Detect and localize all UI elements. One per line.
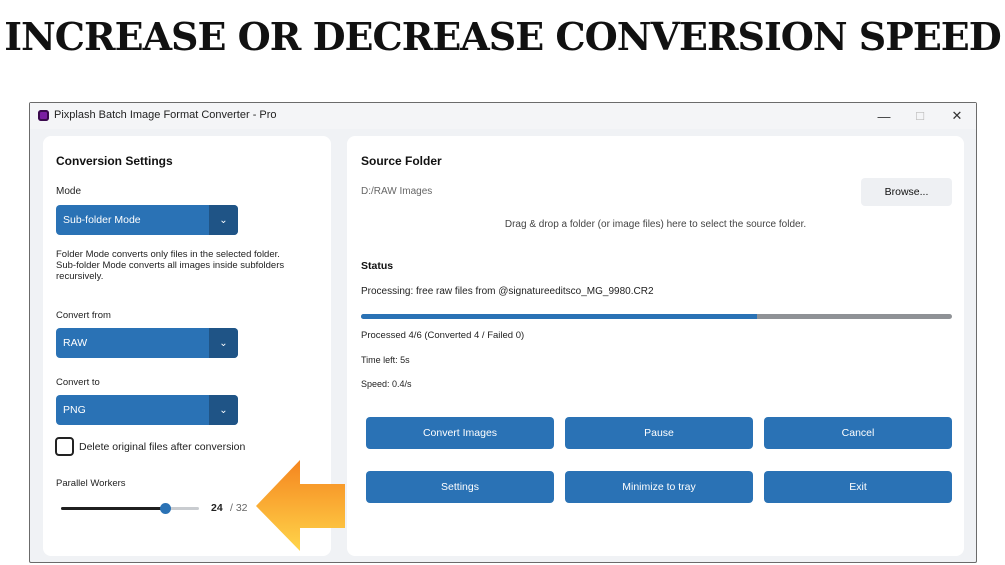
convert-from-label: Convert from: [56, 310, 111, 321]
minimize-window-icon[interactable]: —: [873, 106, 895, 126]
processing-text: Processing: free raw files from @signatu…: [361, 286, 654, 297]
parallel-workers-slider[interactable]: [61, 503, 199, 514]
workers-value: 24: [211, 502, 223, 514]
delete-originals-checkbox[interactable]: [55, 437, 74, 456]
title-bar: Pixplash Batch Image Format Converter - …: [30, 103, 976, 129]
source-folder-heading: Source Folder: [361, 154, 442, 168]
chevron-down-icon[interactable]: ⌄: [209, 328, 238, 358]
convert-from-value: RAW: [63, 337, 88, 349]
mode-help-line-2: Sub-folder Mode converts all images insi…: [56, 260, 285, 271]
workers-max: / 32: [230, 502, 248, 514]
maximize-window-icon[interactable]: ☐: [909, 106, 931, 126]
window-title: Pixplash Batch Image Format Converter - …: [54, 109, 277, 121]
convert-from-dropdown[interactable]: RAW ⌄: [56, 328, 238, 358]
slider-handle[interactable]: [159, 503, 171, 514]
minimize-to-tray-button[interactable]: Minimize to tray: [565, 471, 753, 503]
settings-button[interactable]: Settings: [366, 471, 554, 503]
time-left: Time left: 5s: [361, 355, 410, 365]
exit-button[interactable]: Exit: [764, 471, 952, 503]
progress-bar: [361, 314, 952, 319]
parallel-workers-label: Parallel Workers: [56, 478, 126, 489]
cancel-button[interactable]: Cancel: [764, 417, 952, 449]
drop-zone-hint[interactable]: Drag & drop a folder (or image files) he…: [347, 219, 964, 230]
convert-to-label: Convert to: [56, 377, 100, 388]
convert-to-value: PNG: [63, 404, 86, 416]
chevron-down-icon[interactable]: ⌄: [209, 205, 238, 235]
slider-fill: [61, 507, 165, 510]
mode-value: Sub-folder Mode: [63, 214, 141, 226]
app-logo-icon: [38, 110, 49, 121]
mode-help-line-3: recursively.: [56, 271, 104, 282]
speed: Speed: 0.4/s: [361, 379, 412, 389]
headline: INCREASE OR DECREASE CONVERSION SPEED: [4, 14, 1001, 59]
mode-dropdown[interactable]: Sub-folder Mode ⌄: [56, 205, 238, 235]
processed-count: Processed 4/6 (Converted 4 / Failed 0): [361, 330, 525, 341]
convert-to-dropdown[interactable]: PNG ⌄: [56, 395, 238, 425]
chevron-down-icon[interactable]: ⌄: [209, 395, 238, 425]
callout-arrow-icon: [256, 460, 345, 551]
delete-originals-label: Delete original files after conversion: [79, 441, 246, 453]
progress-fill: [361, 314, 757, 319]
app-window: Pixplash Batch Image Format Converter - …: [29, 102, 977, 563]
status-heading: Status: [361, 260, 394, 272]
mode-label: Mode: [56, 186, 82, 197]
source-path: D:/RAW Images: [361, 186, 433, 197]
mode-help-line-1: Folder Mode converts only files in the s…: [56, 249, 280, 260]
convert-images-button[interactable]: Convert Images: [366, 417, 554, 449]
source-status-panel: Source Folder D:/RAW Images Browse... Dr…: [347, 136, 964, 556]
settings-heading: Conversion Settings: [56, 154, 173, 168]
close-window-icon[interactable]: ✕: [946, 106, 968, 126]
pause-button[interactable]: Pause: [565, 417, 753, 449]
browse-button[interactable]: Browse...: [861, 178, 952, 206]
